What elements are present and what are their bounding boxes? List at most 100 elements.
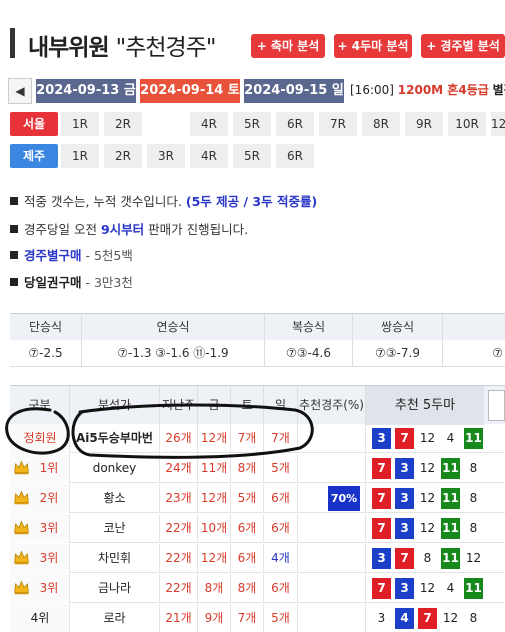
horse-number: 3 — [395, 488, 414, 509]
sat-count: 7개 — [231, 424, 264, 453]
bullet-square-icon — [10, 251, 18, 259]
page-header: 내부위원 "추천경주" + 축마 분석 + 4두마 분석 + 경주별 분석 — [0, 0, 505, 68]
horse-number: 7 — [372, 578, 391, 599]
horse-number: 12 — [419, 461, 436, 475]
table-row[interactable]: 정회원 Ai5두승부마번 26개 12개 7개 7개 3 7 12 4 11 — [10, 424, 505, 453]
last-week-count: 22개 — [160, 514, 198, 543]
horse-number: 11 — [441, 518, 460, 539]
rank-label: 3위 — [39, 521, 59, 535]
recommend-pct — [298, 574, 366, 603]
horse-number: 8 — [469, 521, 478, 535]
table-row[interactable]: 1위 donkey 24개 11개 8개 5개 7 3 12 11 8 — [10, 454, 505, 483]
seoul-race-2r[interactable]: 2R — [104, 112, 142, 136]
jeju-race-row: 제주 1R 2R 3R 4R 5R 6R — [10, 144, 505, 168]
table-row[interactable]: 4위 로라 21개 9개 7개 5개 3 4 7 12 8 — [10, 604, 505, 632]
sat-count: 6개 — [231, 514, 264, 543]
info-line-accuracy: 적중 갯수는, 누적 갯수입니다. (5두 제공 / 3두 적중률) — [10, 191, 317, 210]
seoul-race-10r[interactable]: 10R — [448, 112, 486, 136]
race-detail: 1200M 혼4등급 — [397, 83, 489, 97]
jeju-race-4r[interactable]: 4R — [190, 144, 228, 168]
horse-number: 3 — [377, 611, 386, 625]
horse-number: 11 — [464, 428, 483, 449]
four-horse-analysis-button[interactable]: + 4두마 분석 — [334, 34, 412, 58]
fri-count: 9개 — [198, 604, 231, 632]
table-row[interactable]: 3위 금나라 22개 8개 8개 6개 7 3 12 4 11 — [10, 574, 505, 603]
rank-label: 정회원 — [23, 431, 57, 445]
last-week-count: 22개 — [160, 544, 198, 573]
date-tab-fri[interactable]: 2024-09-13 금 — [36, 79, 136, 103]
rank-label: 1위 — [39, 461, 59, 475]
ranking-header-pct: 추천경주(%) — [298, 386, 366, 425]
race-purchase-link[interactable]: 경주별구매 — [24, 248, 82, 263]
table-row[interactable]: 3위 코난 22개 10개 6개 6개 7 3 12 11 8 — [10, 514, 505, 543]
sun-count: 6개 — [264, 514, 298, 543]
sun-count: 7개 — [264, 424, 298, 453]
recommend-pct-badge: 70% — [328, 486, 360, 511]
seoul-label[interactable]: 서울 — [10, 112, 58, 136]
race-analysis-button[interactable]: + 경주별 분석 — [421, 34, 505, 58]
sun-count: 5개 — [264, 604, 298, 632]
horse-number: 7 — [372, 518, 391, 539]
rank-cell: 2위 — [10, 484, 70, 513]
info-sales-c: 판매가 진행됩니다. — [148, 222, 249, 237]
sun-count: 5개 — [264, 454, 298, 483]
ranking-header-category: 구분 — [10, 386, 70, 425]
table-row[interactable]: 3위 차민휘 22개 12개 6개 4개 3 7 8 11 12 — [10, 544, 505, 573]
jeju-race-2r[interactable]: 2R — [104, 144, 142, 168]
seoul-race-6r[interactable]: 6R — [276, 112, 314, 136]
seoul-race-4r[interactable]: 4R — [190, 112, 228, 136]
page-title-main: 내부위원 — [28, 35, 110, 61]
seoul-race-7r[interactable]: 7R — [319, 112, 357, 136]
info-line-sales: 경주당일 오전 9시부터 판매가 진행됩니다. — [10, 219, 248, 238]
seoul-race-1r[interactable]: 1R — [61, 112, 99, 136]
analyst-name: Ai5두승부마번 — [70, 424, 160, 453]
jeju-race-6r[interactable]: 6R — [276, 144, 314, 168]
date-tab-sun[interactable]: 2024-09-15 일 — [244, 79, 344, 103]
horse-number: 8 — [469, 461, 478, 475]
horse-number: 11 — [441, 488, 460, 509]
rank-cell: 1위 — [10, 454, 70, 483]
ranking-header-row: 구분 분석가 지난주 금 토 일 추천경주(%) 추천 5두마 — [10, 385, 505, 425]
jeju-race-1r[interactable]: 1R — [61, 144, 99, 168]
horse-number: 7 — [395, 428, 414, 449]
ranking-header-sun: 일 — [264, 386, 298, 425]
horse-number: 11 — [464, 578, 483, 599]
odds-value-row: ⑦-2.5 ⑦-1.3 ③-1.6 ⑪-1.9 ⑦③-4.6 ⑦③-7.9 ⑦ — [10, 340, 505, 367]
last-week-count: 24개 — [160, 454, 198, 483]
jeju-race-3r[interactable]: 3R — [147, 144, 185, 168]
analyst-ranking-table: 구분 분석가 지난주 금 토 일 추천경주(%) 추천 5두마 정회원 Ai5두승… — [10, 385, 505, 632]
odds-header-place: 연승식 — [82, 314, 265, 341]
prev-date-button[interactable]: ◀ — [8, 78, 32, 104]
jeju-label[interactable]: 제주 — [10, 144, 58, 168]
recommend-pct — [298, 424, 366, 453]
seoul-race-12r[interactable]: 12R — [491, 112, 505, 136]
seoul-race-5r[interactable]: 5R — [233, 112, 271, 136]
single-horse-analysis-button[interactable]: + 축마 분석 — [251, 34, 325, 58]
seoul-race-8r[interactable]: 8R — [362, 112, 400, 136]
rank-cell: 정회원 — [10, 424, 70, 453]
horse-number: 8 — [423, 551, 432, 565]
date-tab-sat[interactable]: 2024-09-14 토 — [140, 79, 240, 103]
horse-number: 3 — [395, 578, 414, 599]
jeju-race-5r[interactable]: 5R — [233, 144, 271, 168]
ranking-header-fri: 금 — [198, 386, 231, 425]
analyst-name: donkey — [70, 454, 160, 483]
horse-number: 3 — [395, 458, 414, 479]
seoul-race-9r[interactable]: 9R — [405, 112, 443, 136]
horse-number: 12 — [442, 611, 459, 625]
day-pass-link[interactable]: 당일권구매 — [24, 275, 82, 290]
horse-number: 8 — [469, 491, 478, 505]
odds-value-quinella: ⑦③-4.6 — [265, 340, 353, 367]
crown-icon — [14, 460, 29, 475]
analyst-name: 차민휘 — [70, 544, 160, 573]
recommend-pct — [298, 514, 366, 543]
table-row[interactable]: 2위 황소 23개 12개 5개 6개 70% 7 3 12 11 8 — [10, 484, 505, 513]
day-pass-price: - 3만3천 — [85, 275, 133, 290]
race-purchase-price: - 5천5백 — [85, 248, 133, 263]
rank-cell: 3위 — [10, 574, 70, 603]
last-week-count: 26개 — [160, 424, 198, 453]
bullet-square-icon — [10, 197, 18, 205]
recommend-pct — [298, 604, 366, 632]
horse-number: 12 — [419, 581, 436, 595]
crown-icon — [14, 520, 29, 535]
